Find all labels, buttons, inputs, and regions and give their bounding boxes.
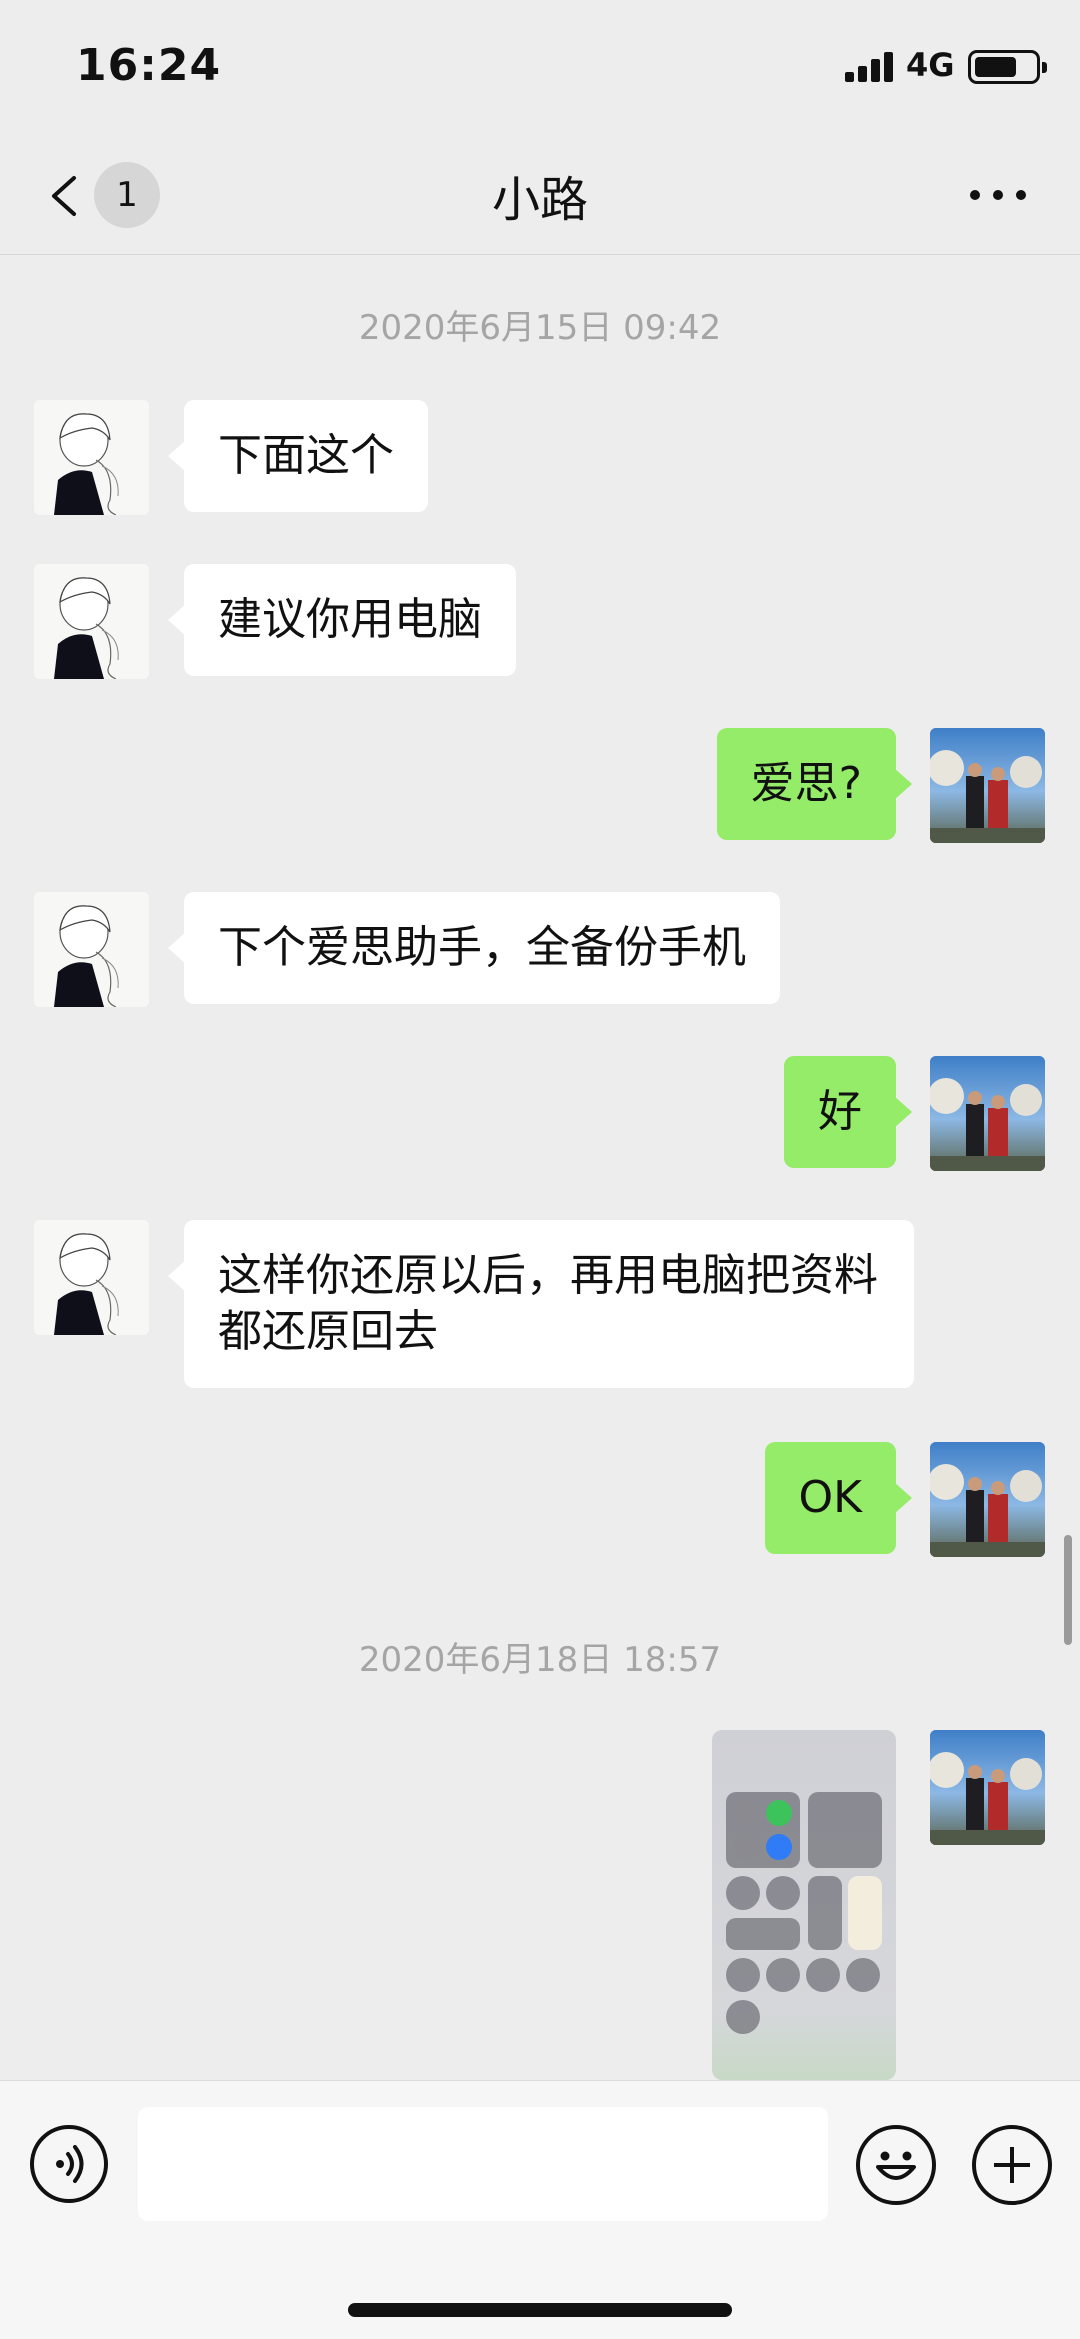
message-bubble-incoming[interactable]: 下个爱思助手，全备份手机 xyxy=(168,892,780,1004)
contact-avatar[interactable] xyxy=(34,1220,149,1335)
battery-icon xyxy=(968,50,1047,84)
status-time: 16:24 xyxy=(76,40,222,91)
signal-icon xyxy=(845,52,897,82)
input-bar xyxy=(0,2080,1080,2339)
message-bubble-incoming[interactable]: 建议你用电脑 xyxy=(168,564,516,676)
message-timestamp: 2020年6月18日 18:57 xyxy=(358,1640,722,1680)
message-timestamp: 2020年6月15日 09:42 xyxy=(358,308,722,348)
my-avatar[interactable] xyxy=(930,728,1045,843)
nav-bar: 1 小路 xyxy=(0,130,1080,255)
message-bubble-outgoing[interactable]: 爱思? xyxy=(716,728,913,840)
avatar-illustration xyxy=(34,400,149,515)
home-indicator[interactable] xyxy=(348,2303,732,2317)
chat-title: 小路 xyxy=(491,172,588,228)
control-center-music-tile xyxy=(808,1792,882,1868)
emoji-icon xyxy=(876,2151,916,2180)
network-type: 4G xyxy=(906,46,955,84)
contact-avatar[interactable] xyxy=(34,400,149,515)
emoji-button[interactable] xyxy=(856,2125,936,2205)
scrollbar[interactable] xyxy=(1064,1535,1072,1645)
battery-fill xyxy=(975,57,1016,77)
voice-icon xyxy=(56,2145,84,2183)
my-avatar[interactable] xyxy=(930,1442,1045,1557)
my-avatar[interactable] xyxy=(930,1056,1045,1171)
message-bubble-outgoing[interactable]: 好 xyxy=(784,1056,912,1168)
my-avatar[interactable] xyxy=(930,1730,1045,1845)
status-bar: 16:24 4G xyxy=(0,0,1080,130)
message-bubble-incoming[interactable]: 这样你还原以后，再用电脑把资料都还原回去 xyxy=(168,1220,914,1388)
control-center-connectivity-tile xyxy=(726,1792,800,1868)
message-bubble-incoming[interactable]: 下面这个 xyxy=(168,400,428,512)
contact-avatar[interactable] xyxy=(34,892,149,1007)
chat-screen: 16:24 4G 1 小路 2020年6月15日 09:42 下面这个 建议你用… xyxy=(0,0,1080,2339)
ellipsis-icon xyxy=(970,190,980,200)
message-bubble-outgoing[interactable]: OK xyxy=(764,1442,912,1554)
contact-avatar[interactable] xyxy=(34,564,149,679)
more-button[interactable] xyxy=(966,174,1030,214)
voice-button[interactable] xyxy=(30,2125,108,2203)
image-message[interactable] xyxy=(712,1730,896,2080)
message-input[interactable] xyxy=(138,2107,828,2221)
plus-button[interactable] xyxy=(972,2125,1052,2205)
